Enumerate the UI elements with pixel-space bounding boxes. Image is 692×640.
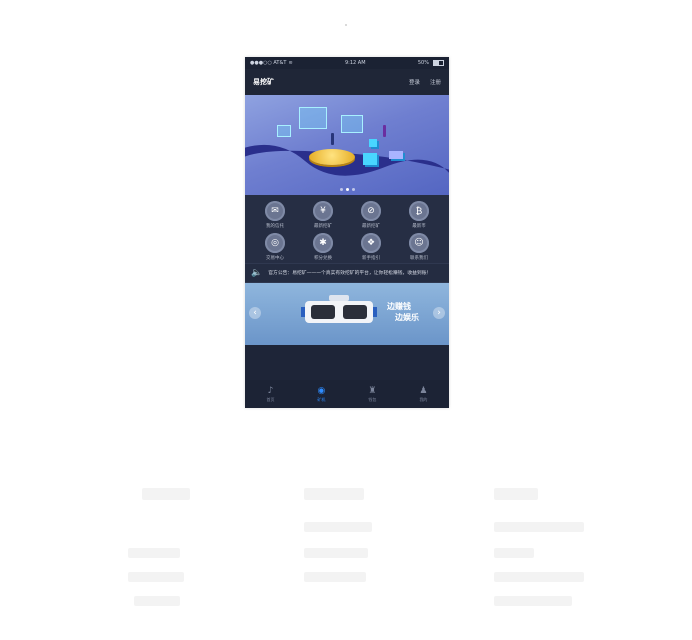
feature-label: 最新挖矿 <box>314 224 332 229</box>
faded-text-block <box>494 596 572 606</box>
carousel-dot-active[interactable] <box>345 188 349 191</box>
feature-item[interactable]: ✱ 积分兑换 <box>299 233 347 261</box>
vr-headset-illustration <box>301 295 377 323</box>
faded-text-block <box>494 548 534 558</box>
tab-label: 钱包 <box>368 396 377 402</box>
faded-text-block <box>142 488 190 500</box>
yuan-icon: ¥ <box>313 201 333 221</box>
carousel-dots <box>245 188 449 191</box>
clock: 9:12 AM <box>344 60 366 66</box>
faded-text-block <box>128 572 184 582</box>
speaker-icon: 🔈 <box>251 268 263 278</box>
hero-banner[interactable] <box>245 95 449 195</box>
feature-item[interactable]: ☺ 联系我们 <box>395 233 443 261</box>
tab-home[interactable]: ♪ 首页 <box>266 386 274 403</box>
hologram-screen <box>341 115 363 133</box>
faded-text-block <box>304 572 366 582</box>
cube-illustration <box>389 151 403 159</box>
tab-wallet[interactable]: ♜ 钱包 <box>368 386 376 403</box>
faded-text-block <box>134 596 180 606</box>
decorative-dot <box>345 24 347 26</box>
faded-text-block <box>494 488 538 500</box>
feature-label: 最新币 <box>412 224 426 229</box>
faded-text-block <box>304 488 364 500</box>
hologram-screen <box>299 107 327 129</box>
mining-icon: ◉ <box>317 385 326 396</box>
compass-icon: ⊘ <box>361 201 381 221</box>
ad-line-1: 边赚钱 <box>387 302 411 311</box>
exchange-icon: ◎ <box>265 233 285 253</box>
ad-slogan: 边赚钱 边娱乐 <box>387 301 419 323</box>
feature-label: 新手指引 <box>362 256 380 261</box>
login-link[interactable]: 登录 <box>409 78 420 86</box>
gold-coin-illustration <box>309 149 355 165</box>
faded-text-block <box>494 572 584 582</box>
faded-text-block <box>304 522 372 532</box>
message-icon: ☺ <box>409 233 429 253</box>
ad-banner[interactable]: ‹ 边赚钱 边娱乐 › <box>245 283 449 345</box>
feature-label: 联系我们 <box>410 256 428 261</box>
tab-profile[interactable]: ♟ 我的 <box>419 386 427 403</box>
feature-label: 我的信托 <box>266 224 284 229</box>
announcement-bar[interactable]: 🔈 官方公告：易挖矿——一个真实有效挖矿的平台，让你轻松赚钱，收益到账！ <box>245 263 449 283</box>
announcement-text: 官方公告：易挖矿——一个真实有效挖矿的平台，让你轻松赚钱，收益到账！ <box>268 270 432 276</box>
bitcoin-icon: ₿ <box>409 201 429 221</box>
feature-label: 积分兑换 <box>314 256 332 261</box>
hologram-screen <box>277 125 291 137</box>
tab-label: 首页 <box>266 396 275 402</box>
battery-icon <box>433 60 444 66</box>
home-icon: ♪ <box>267 385 274 396</box>
cube-illustration <box>369 139 377 147</box>
gift-icon: ✱ <box>313 233 333 253</box>
tab-mining[interactable]: ◉ 矿机 <box>317 386 325 403</box>
feature-grid: ✉ 我的信托 ¥ 最新挖矿 ⊘ 最新挖矿 ₿ 最新币 ◎ 交易中心 ✱ 积分兑换… <box>245 195 449 263</box>
person-illustration <box>383 125 386 137</box>
ad-line-2: 边娱乐 <box>395 313 419 322</box>
cube-illustration <box>363 153 377 165</box>
register-link[interactable]: 注册 <box>430 78 441 86</box>
person-illustration <box>331 133 334 145</box>
faded-text-block <box>128 548 180 558</box>
carousel-dot[interactable] <box>351 188 355 191</box>
phone-screen: ●●●○○ AT&T ≋ 9:12 AM 50% 易挖矿 登录 注册 ✉ 我的信… <box>245 57 449 408</box>
guide-icon: ❖ <box>361 233 381 253</box>
tab-label: 矿机 <box>317 396 326 402</box>
carrier-label: ●●●○○ AT&T <box>250 60 287 66</box>
feature-label: 交易中心 <box>266 256 284 261</box>
chat-icon: ✉ <box>265 201 285 221</box>
tab-label: 我的 <box>419 396 428 402</box>
wifi-icon: ≋ <box>288 60 293 66</box>
app-title: 易挖矿 <box>253 78 274 86</box>
feature-item[interactable]: ❖ 新手指引 <box>347 233 395 261</box>
feature-item[interactable]: ✉ 我的信托 <box>251 201 299 229</box>
feature-item[interactable]: ¥ 最新挖矿 <box>299 201 347 229</box>
user-icon: ♟ <box>419 385 428 396</box>
battery-label: 50% <box>417 60 429 66</box>
faded-text-block <box>494 522 584 532</box>
chevron-left-icon[interactable]: ‹ <box>249 307 261 319</box>
chevron-right-icon[interactable]: › <box>433 307 445 319</box>
top-nav: 易挖矿 登录 注册 <box>245 69 449 95</box>
carousel-dot[interactable] <box>339 188 343 191</box>
feature-item[interactable]: ₿ 最新币 <box>395 201 443 229</box>
status-bar: ●●●○○ AT&T ≋ 9:12 AM 50% <box>245 57 449 69</box>
feature-item[interactable]: ◎ 交易中心 <box>251 233 299 261</box>
feature-item[interactable]: ⊘ 最新挖矿 <box>347 201 395 229</box>
bottom-tab-bar: ♪ 首页 ◉ 矿机 ♜ 钱包 ♟ 我的 <box>245 380 449 408</box>
wallet-icon: ♜ <box>368 385 377 396</box>
feature-label: 最新挖矿 <box>362 224 380 229</box>
faded-text-block <box>304 548 368 558</box>
